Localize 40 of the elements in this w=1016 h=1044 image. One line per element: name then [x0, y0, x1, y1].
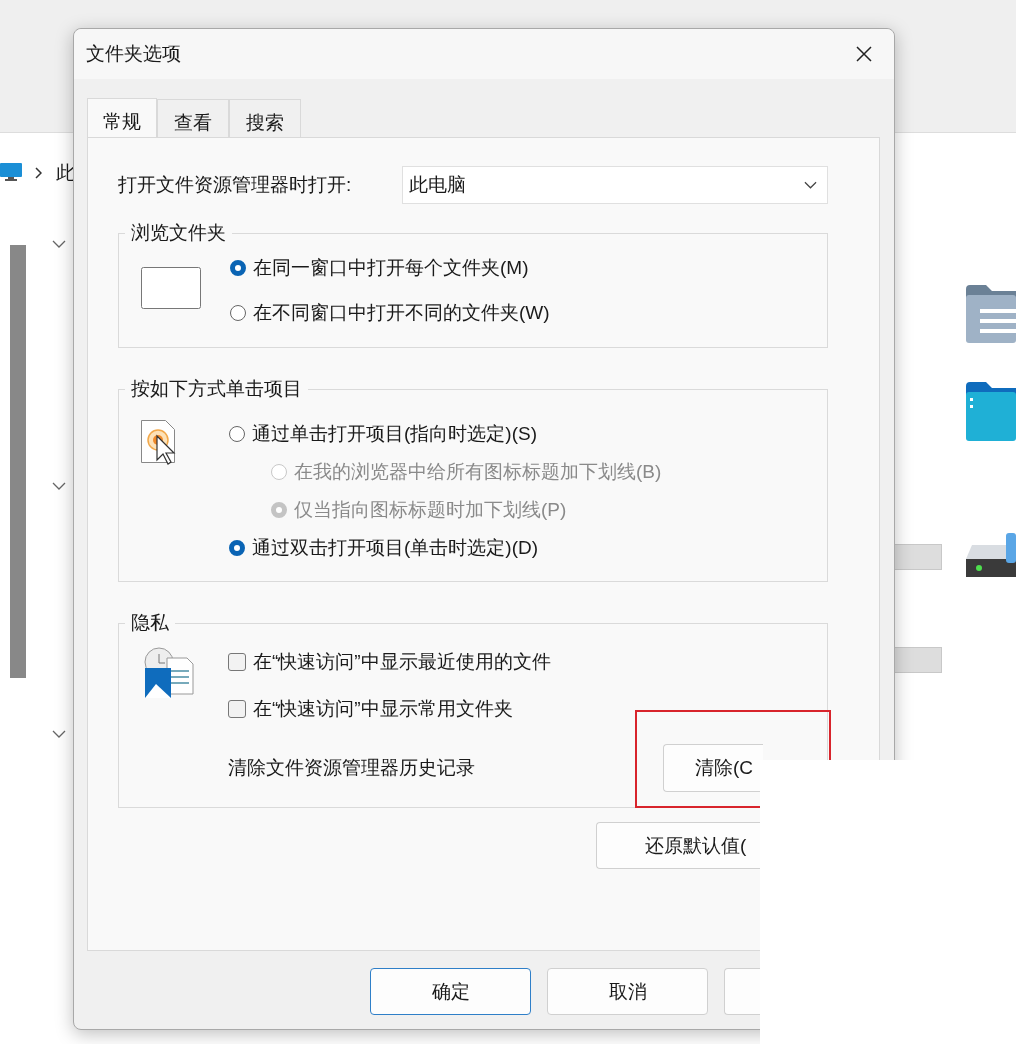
- radio-button[interactable]: [229, 426, 245, 442]
- chevron-down-icon[interactable]: [804, 181, 817, 189]
- radio-label: 在不同窗口中打开不同的文件夹(W): [253, 301, 550, 325]
- dropdown[interactable]: 此电脑: [402, 166, 828, 204]
- chevron-down-icon[interactable]: [52, 482, 66, 490]
- radio-button[interactable]: [230, 305, 246, 321]
- radio-button[interactable]: [230, 260, 246, 276]
- field-label: 打开文件资源管理器时打开:: [118, 173, 352, 197]
- radio-button[interactable]: [229, 540, 245, 556]
- tab[interactable]: 常规: [87, 98, 157, 138]
- dialog-button[interactable]: 取消: [547, 968, 708, 1015]
- close-icon[interactable]: [856, 46, 872, 62]
- chevron-down-icon[interactable]: [52, 730, 66, 738]
- dialog-button[interactable]: 确定: [370, 968, 531, 1015]
- group-title: 浏览文件夹: [130, 221, 227, 245]
- restore-defaults-button[interactable]: 还原默认值(: [596, 822, 760, 869]
- checkbox-label: 在“快速访问”中显示最近使用的文件: [253, 650, 551, 674]
- radio-label: 仅当指向图标标题时加下划线(P): [294, 498, 567, 522]
- computer-icon: [0, 163, 22, 181]
- radio-label: 在同一窗口中打开每个文件夹(M): [253, 256, 529, 280]
- documents-folder-icon[interactable]: [966, 285, 1016, 343]
- group-title: 按如下方式单击项目: [130, 377, 303, 401]
- window-title: 文件夹选项: [86, 42, 181, 66]
- checkbox[interactable]: [228, 700, 246, 718]
- radio-label: 在我的浏览器中给所有图标标题加下划线(B): [294, 460, 662, 484]
- chevron-right-icon: [34, 167, 42, 179]
- tab[interactable]: 查看: [157, 99, 229, 137]
- scrollbar[interactable]: [10, 245, 26, 678]
- radio-label: 通过单击打开项目(指向时选定)(S): [252, 422, 537, 446]
- radio-label: 通过双击打开项目(单击时选定)(D): [252, 536, 539, 560]
- folder-icon[interactable]: [966, 382, 1016, 441]
- chevron-down-icon[interactable]: [52, 240, 66, 248]
- checkbox-label: 在“快速访问”中显示常用文件夹: [253, 697, 513, 721]
- checkbox[interactable]: [228, 653, 246, 671]
- clear-button[interactable]: 清除(C: [663, 744, 763, 792]
- history-picture-icon: [141, 646, 195, 700]
- window-icon: [141, 267, 201, 309]
- group-title: 隐私: [130, 611, 170, 635]
- clear-history-label: 清除文件资源管理器历史记录: [228, 756, 475, 780]
- tab[interactable]: 搜索: [229, 99, 301, 137]
